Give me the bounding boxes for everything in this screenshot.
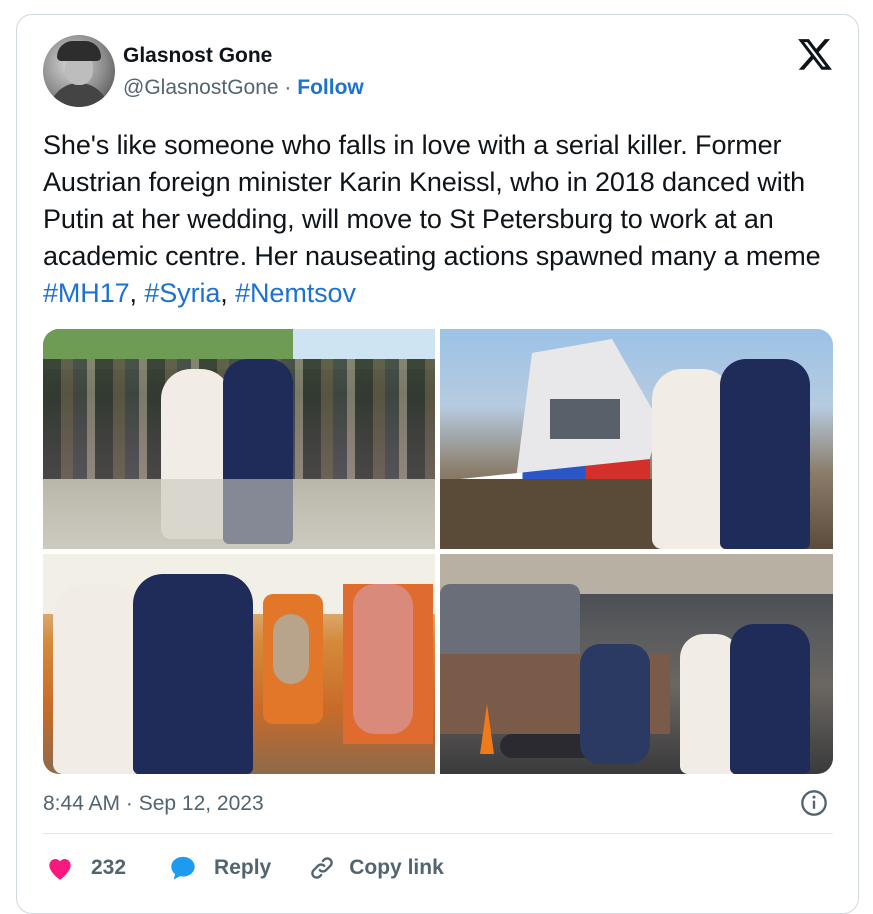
- like-button[interactable]: 232: [45, 855, 126, 881]
- author-avatar[interactable]: [43, 35, 115, 107]
- media-photo-2[interactable]: [440, 329, 833, 549]
- link-icon: [311, 857, 334, 879]
- media-grid: [43, 329, 833, 774]
- reply-label: Reply: [214, 856, 272, 879]
- reply-button[interactable]: Reply: [168, 854, 271, 882]
- hashtag-comma: ,: [129, 278, 138, 308]
- media-photo-4[interactable]: [440, 554, 833, 774]
- heart-icon: [49, 859, 71, 880]
- handle-separator: ·: [284, 76, 292, 99]
- media-photo-1[interactable]: [43, 329, 435, 549]
- author-name[interactable]: Glasnost Gone: [123, 43, 272, 69]
- speech-bubble-icon: [171, 856, 195, 880]
- tweet-body: She's like someone who falls in love wit…: [43, 130, 821, 271]
- action-bar: 232 Reply Copy link: [43, 853, 444, 883]
- hashtag-syria[interactable]: #Syria: [144, 278, 220, 308]
- author-handle[interactable]: @GlasnostGone: [123, 76, 279, 99]
- tweet-text: She's like someone who falls in love wit…: [43, 127, 843, 312]
- copy-link-label: Copy link: [349, 856, 444, 879]
- divider: [43, 833, 833, 834]
- hashtag-comma: ,: [220, 278, 228, 308]
- tweet-card: Glasnost Gone @GlasnostGone · Follow She…: [16, 14, 859, 914]
- hashtag-nemtsov[interactable]: #Nemtsov: [235, 278, 356, 308]
- author-handle-row: @GlasnostGone · Follow: [123, 75, 364, 101]
- hashtag-mh17[interactable]: #MH17: [43, 278, 130, 308]
- media-photo-3[interactable]: [43, 554, 435, 774]
- info-icon[interactable]: [800, 789, 828, 817]
- like-count: 232: [91, 856, 127, 879]
- follow-button[interactable]: Follow: [297, 76, 364, 99]
- copy-link-button[interactable]: Copy link: [309, 855, 444, 881]
- tweet-timestamp[interactable]: 8:44 AM · Sep 12, 2023: [43, 792, 264, 816]
- x-logo-icon[interactable]: [798, 37, 832, 71]
